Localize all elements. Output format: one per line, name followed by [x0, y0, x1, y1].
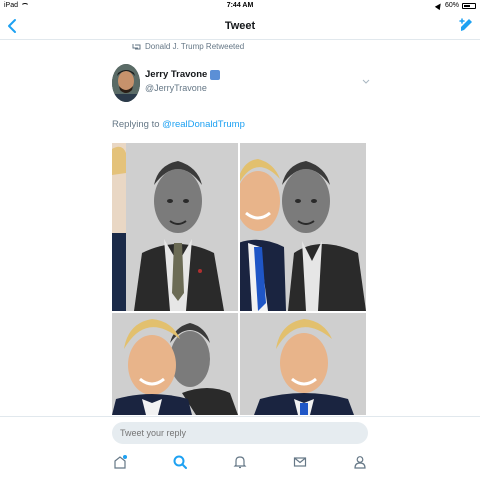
photo-trump-front — [112, 313, 238, 415]
location-icon — [434, 1, 444, 10]
page-title: Tweet — [224, 20, 256, 32]
status-time: 7:44 AM — [226, 2, 254, 9]
chevron-down-icon — [362, 79, 370, 84]
bell-icon — [233, 456, 247, 469]
retweet-icon — [132, 44, 141, 50]
nav-bar: Tweet — [0, 12, 480, 40]
photo-trump-alone — [240, 313, 366, 415]
author-name[interactable]: Jerry Travone — [145, 69, 221, 80]
battery-icon — [462, 2, 476, 9]
tab-bar — [0, 446, 480, 480]
compose-button[interactable] — [458, 17, 474, 33]
reply-bar — [0, 416, 480, 446]
media-photo-2[interactable] — [240, 143, 366, 311]
media-photo-4[interactable] — [240, 313, 366, 415]
media-photo-1[interactable] — [112, 143, 238, 311]
replying-to-line: Replying to @realDonaldTrump — [112, 119, 245, 130]
emoji-badge-icon — [210, 69, 221, 80]
retweet-context: Donald J. Trump Retweeted — [132, 42, 244, 51]
tab-profile[interactable] — [352, 454, 368, 470]
media-photo-3[interactable] — [112, 313, 238, 415]
envelope-icon — [293, 457, 307, 467]
author-handle[interactable]: @JerryTravone — [145, 83, 207, 93]
photo-trump-obama — [240, 143, 366, 311]
battery-percent: 60% — [444, 2, 459, 9]
retweeted-by-label: Donald J. Trump Retweeted — [145, 42, 245, 51]
avatar-image — [112, 64, 140, 102]
person-icon — [354, 456, 366, 469]
tab-search[interactable] — [172, 454, 188, 470]
photo-obama-1 — [112, 143, 238, 311]
status-bar: iPad 7:44 AM 60% — [0, 0, 480, 12]
tab-notifications[interactable] — [232, 454, 248, 470]
tab-home[interactable] — [112, 454, 128, 470]
media-grid — [112, 143, 366, 415]
avatar[interactable] — [112, 64, 140, 102]
compose-icon — [459, 18, 472, 31]
home-icon — [114, 455, 127, 469]
reply-input[interactable] — [112, 422, 368, 444]
search-icon — [173, 455, 187, 469]
tab-messages[interactable] — [292, 454, 308, 470]
tweet-menu-button[interactable] — [362, 72, 370, 84]
mention-link[interactable]: @realDonaldTrump — [162, 119, 245, 130]
